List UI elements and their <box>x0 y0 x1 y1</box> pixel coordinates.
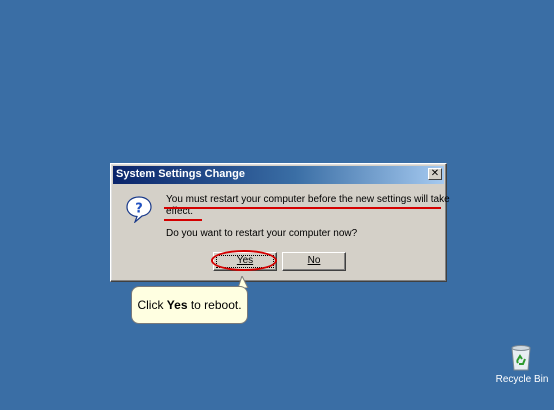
svg-text:?: ? <box>135 202 143 217</box>
callout-text: Click Yes to reboot. <box>137 298 242 312</box>
recycle-bin-icon <box>511 345 531 371</box>
annotation-underline-1 <box>164 207 441 209</box>
no-button[interactable]: No <box>282 252 346 271</box>
restart-question: Do you want to restart your computer now… <box>166 228 358 239</box>
yes-button-label: Yes <box>236 255 254 266</box>
desktop: System Settings Change ✕ ? You must rest… <box>0 0 554 410</box>
recycle-bin-label: Recycle Bin <box>495 374 549 385</box>
question-icon: ? <box>126 196 152 223</box>
yes-button[interactable]: Yes <box>213 252 277 271</box>
dialog-titlebar[interactable]: System Settings Change ✕ <box>113 166 444 184</box>
close-button[interactable]: ✕ <box>428 168 442 180</box>
recycle-bin[interactable]: Recycle Bin <box>492 340 552 390</box>
instruction-callout: Click Yes to reboot. <box>131 286 248 324</box>
system-settings-change-dialog: System Settings Change ✕ ? You must rest… <box>110 163 450 282</box>
message-line-1: You must restart your computer before th… <box>166 194 450 205</box>
dialog-title: System Settings Change <box>116 168 245 180</box>
annotation-underline-2 <box>164 219 202 221</box>
no-button-label: No <box>307 255 321 266</box>
